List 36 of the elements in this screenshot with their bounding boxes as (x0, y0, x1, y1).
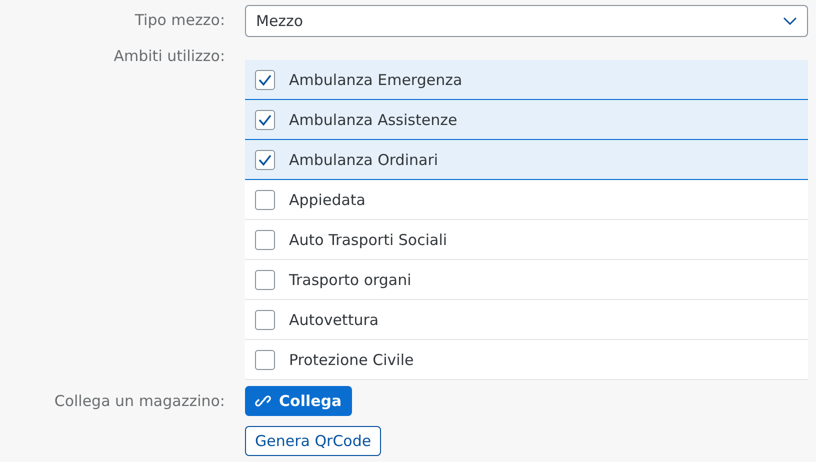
checkbox[interactable] (255, 310, 275, 330)
field-label: Tipo mezzo: (134, 11, 225, 31)
checkbox-label: Auto Trasporti Sociali (289, 230, 448, 248)
checkbox-label: Trasporto organi (289, 270, 412, 288)
checkbox-label: Protezione Civile (289, 350, 414, 368)
select-field[interactable]: Mezzo (245, 5, 808, 37)
checkbox[interactable] (255, 110, 275, 130)
checkbox-label: Autovettura (289, 310, 379, 328)
checkbox-row[interactable]: Appiedata (245, 180, 808, 220)
check-icon (258, 74, 272, 86)
checkbox-row[interactable]: Ambulanza Assistenze (245, 100, 808, 140)
checkbox-row[interactable]: Trasporto organi (245, 260, 808, 300)
checkbox-row[interactable]: Autovettura (245, 300, 808, 340)
chevron-down-icon (783, 17, 797, 25)
checkbox-row[interactable]: Protezione Civile (245, 340, 808, 380)
field-label: Collega un magazzino: (54, 392, 225, 412)
link-icon (255, 393, 271, 409)
checkbox-label: Appiedata (289, 190, 366, 208)
check-icon (258, 154, 272, 166)
checkbox-row[interactable]: Ambulanza Ordinari (245, 140, 808, 180)
checkbox[interactable] (255, 350, 275, 370)
generate-qrcode-button[interactable]: Genera QrCode (245, 426, 382, 456)
checkbox[interactable] (255, 270, 275, 290)
checkbox-row[interactable]: Ambulanza Emergenza (245, 60, 808, 100)
checkbox-label: Ambulanza Assistenze (289, 110, 458, 128)
checkbox[interactable] (255, 230, 275, 250)
field-label: Ambiti utilizzo: (114, 47, 225, 67)
checkbox-label: Ambulanza Emergenza (289, 70, 462, 88)
checkbox[interactable] (255, 190, 275, 210)
link-button[interactable]: Collega (245, 386, 352, 416)
select-value: Mezzo (256, 12, 304, 30)
check-icon (258, 114, 272, 126)
checkbox[interactable] (255, 150, 275, 170)
checkbox-label: Ambulanza Ordinari (289, 150, 438, 168)
checkbox[interactable] (255, 70, 275, 90)
checkbox-row[interactable]: Auto Trasporti Sociali (245, 220, 808, 260)
